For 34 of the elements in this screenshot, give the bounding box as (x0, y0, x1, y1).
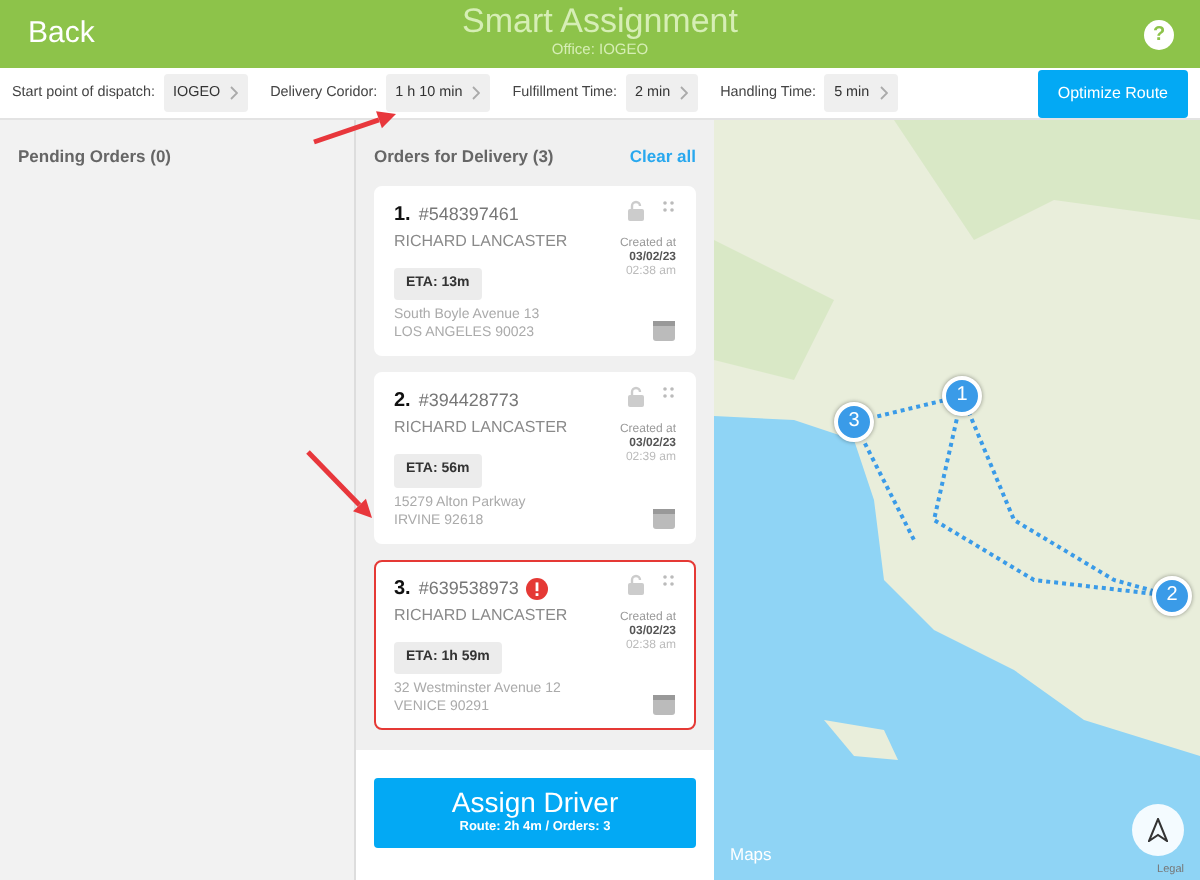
calendar-icon (652, 505, 676, 530)
drag-handle-icon (662, 386, 676, 401)
order-number: #394428773 (418, 388, 519, 414)
help-button[interactable]: ? (1144, 19, 1174, 49)
map-attribution: Maps (730, 842, 772, 868)
page-title: Smart Assignment (462, 4, 738, 40)
chevron-icon (680, 85, 689, 100)
calendar-icon (652, 318, 676, 343)
order-number: #548397461 (418, 201, 519, 227)
panel-title: Orders for Delivery (3) (374, 144, 554, 170)
order-number: #639538973 (418, 575, 519, 601)
order-index: 3. (394, 575, 411, 604)
annotation-arrow (306, 450, 372, 518)
lock-icon (626, 199, 646, 222)
compass-icon (1148, 817, 1168, 842)
customer-name: RICHARD LANCASTER (394, 416, 570, 441)
panel-title: Pending Orders (0) (18, 144, 174, 170)
annotation-arrow (313, 111, 396, 145)
drag-handle-icon (662, 199, 676, 214)
warning-icon (526, 577, 549, 600)
back-button[interactable]: Back (0, 0, 123, 68)
order-index: 2. (394, 388, 411, 417)
chevron-icon (472, 85, 481, 100)
optimize-route-button[interactable]: Optimize Route (1037, 69, 1188, 117)
drag-handle-icon (662, 573, 676, 588)
lock-icon (626, 573, 646, 596)
customer-name: RICHARD LANCASTER (394, 229, 570, 254)
customer-name: RICHARD LANCASTER (394, 603, 570, 628)
clear-all-link[interactable]: Clear all (629, 144, 696, 170)
calendar-icon (652, 692, 676, 717)
chevron-icon (230, 85, 239, 100)
order-index: 1. (394, 201, 411, 230)
lock-icon (626, 386, 646, 409)
chevron-icon (879, 85, 888, 100)
